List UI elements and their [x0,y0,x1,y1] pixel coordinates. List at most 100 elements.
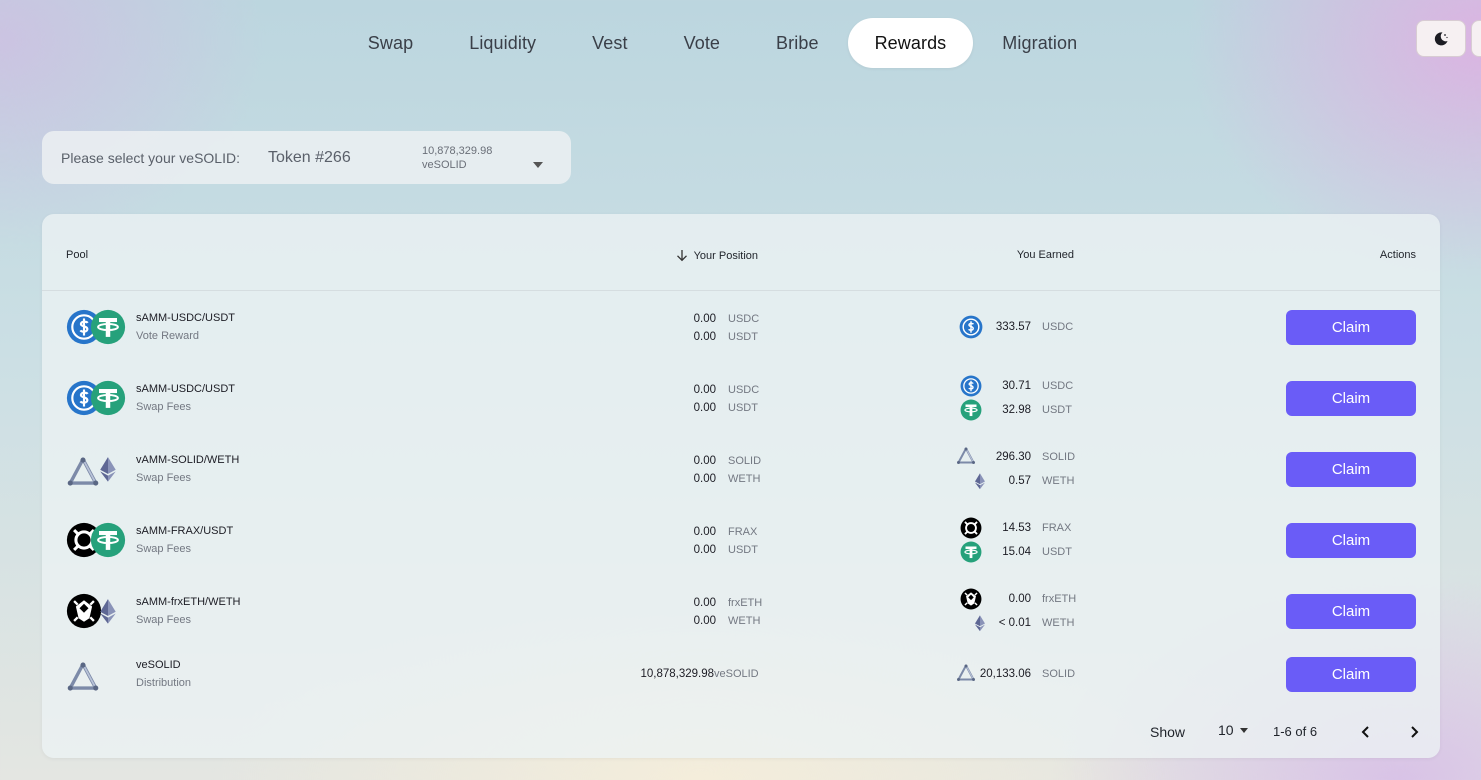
wallet-button[interactable] [1471,20,1481,57]
pool-type: Swap Fees [136,401,192,413]
tab-vote[interactable]: Vote [657,18,747,68]
earned-symbol: USDC [1042,380,1074,392]
header-pool: Pool [66,249,89,261]
claim-button[interactable]: Claim [1286,381,1416,416]
pool-type: Swap Fees [136,472,192,484]
frxeth-icon [960,588,982,610]
sort-arrow-down-icon [676,250,687,262]
pool-icons [66,593,128,629]
pool-name: sAMM-frxETH/WETH [136,596,241,608]
claim-button[interactable]: Claim [1286,657,1416,692]
earned-token-icon [971,472,989,495]
earned-symbol: FRAX [1042,522,1072,534]
earned-symbol: frxETH [1042,593,1077,605]
selected-token-balance: 10,878,329.98 [421,144,493,157]
table-row: veSOLID Distribution 10,878,329.98 veSOLID 2… [42,646,1440,702]
tab-migration[interactable]: Migration [975,18,1104,68]
usdt-icon [90,380,126,416]
position-symbol: USDC [728,384,760,396]
earned-amount: 20,133.06 [979,668,1031,680]
earned-amount: 0.00 [1008,593,1031,605]
page-size-value: 10 [1218,722,1234,738]
earned-amount: 333.57 [995,321,1031,333]
earned-symbol: SOLID [1042,668,1076,680]
moon-icon [1434,31,1448,45]
earned-amount: 0.57 [1008,475,1031,487]
earned-amount: 14.53 [1002,522,1031,534]
pool-name: sAMM-USDC/USDT [136,312,235,324]
pool-name: sAMM-FRAX/USDT [136,525,234,537]
position-symbol: WETH [728,615,761,627]
tab-liquidity[interactable]: Liquidity [442,18,563,68]
pool-type: Swap Fees [136,543,192,555]
pool-icons [66,451,128,487]
pool-icons [66,309,128,345]
earned-amount: 32.98 [1002,404,1031,416]
usdt-icon [960,541,982,563]
tab-vest[interactable]: Vest [565,18,654,68]
table-row: vAMM-SOLID/WETH Swap Fees 0.00 SOLID 0.00 WET… [42,433,1440,505]
weth-icon [975,473,985,490]
position-amount: 0.00 [693,384,716,396]
theme-toggle-button[interactable] [1416,20,1466,57]
position-symbol: USDT [728,331,758,343]
usdc-icon [960,375,982,397]
earned-amount: 30.71 [1002,380,1031,392]
earned-symbol: USDC [1042,321,1074,333]
position-amount: 0.00 [693,331,716,343]
earned-symbol: WETH [1042,617,1075,629]
weth-icon [975,615,985,632]
page-size-select[interactable]: 10 [1218,722,1248,738]
selector-label: Please select your veSOLID: [61,149,240,166]
prev-page-button[interactable] [1358,722,1374,742]
pool-icons [66,380,128,416]
position-symbol: USDT [728,544,758,556]
table-header: Pool Your Position You Earned Actions [42,214,1440,291]
weth-icon [100,599,116,624]
earned-symbol: USDT [1042,404,1072,416]
earned-symbol: USDT [1042,546,1072,558]
solid-icon [67,662,99,691]
claim-button[interactable]: Claim [1286,594,1416,629]
position-amount: 0.00 [693,615,716,627]
claim-button[interactable]: Claim [1286,523,1416,558]
earned-amount: 15.04 [1002,546,1031,558]
selected-token-unit: veSOLID [421,158,467,171]
pool-name: veSOLID [136,659,181,671]
tab-swap[interactable]: Swap [341,18,440,68]
table-row: sAMM-USDC/USDT Vote Reward 0.00 USDC 0.00 USD… [42,291,1440,363]
pool-icons [66,656,128,692]
position-amount: 0.00 [693,526,716,538]
weth-icon [100,457,116,482]
claim-button[interactable]: Claim [1286,452,1416,487]
earned-symbol: WETH [1042,475,1075,487]
position-amount: 0.00 [693,597,716,609]
usdc-icon [959,315,983,339]
claim-button[interactable]: Claim [1286,310,1416,345]
earned-token-icon [956,663,976,688]
position-symbol: frxETH [728,597,763,609]
earned-token-icon [960,399,982,426]
usdt-icon [90,309,126,345]
position-symbol: WETH [728,473,761,485]
header-position[interactable]: Your Position [676,249,758,262]
next-page-button[interactable] [1406,722,1422,742]
earned-token-icon [960,517,982,544]
position-amount: 0.00 [693,402,716,414]
pool-type: Swap Fees [136,614,192,626]
usdt-icon [90,522,126,558]
header-position-label: Your Position [693,249,758,262]
tab-bribe[interactable]: Bribe [749,18,846,68]
earned-amount: 296.30 [995,451,1031,463]
vesolid-selector[interactable]: Please select your veSOLID: Token #266 1… [42,131,571,184]
earned-symbol: SOLID [1042,451,1076,463]
pagination: Show 10 1-6 of 6 [42,722,1440,742]
position-amount: 0.00 [693,473,716,485]
tab-rewards[interactable]: Rewards [847,18,974,68]
pool-type: Vote Reward [136,330,199,342]
chevron-right-icon [1411,726,1419,738]
earned-token-icon [956,446,976,471]
table-row: sAMM-FRAX/USDT Swap Fees 0.00 FRAX 0.00 USDT 1… [42,504,1440,576]
position-symbol: SOLID [728,455,762,467]
table-row: sAMM-frxETH/WETH Swap Fees 0.00 frxETH 0.00 W… [42,575,1440,647]
